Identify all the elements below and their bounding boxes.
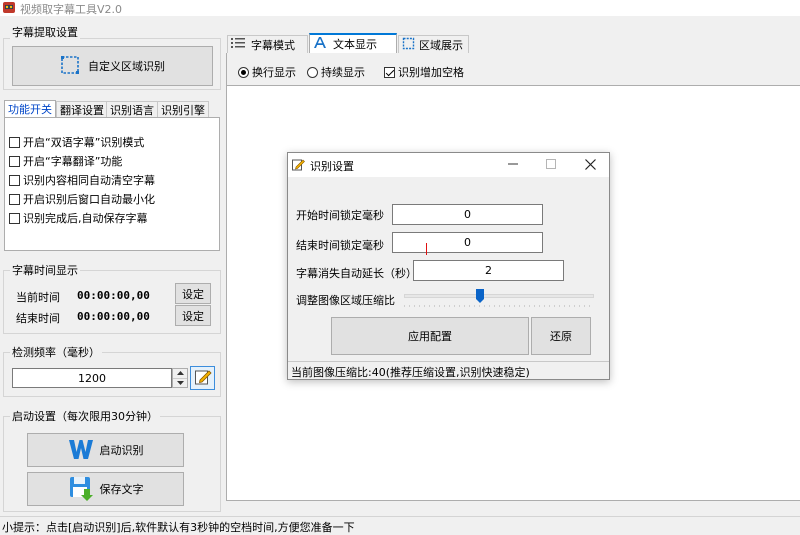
add-space-label: 识别增加空格 bbox=[398, 66, 464, 79]
app-logo-icon bbox=[2, 1, 16, 14]
text-font-icon bbox=[313, 36, 327, 52]
feature-bilingual-label: 开启“双语字幕”识别模式 bbox=[23, 136, 145, 149]
compress-slider[interactable] bbox=[400, 287, 598, 309]
start-recognition-button[interactable]: 启动识别 bbox=[27, 433, 184, 467]
end-lock-value: 0 bbox=[464, 236, 471, 249]
text-caret bbox=[426, 243, 427, 255]
tab-translate-settings-label: 翻译设置 bbox=[60, 104, 104, 117]
tab-text-display[interactable]: 文本显示 bbox=[309, 33, 397, 53]
tab-text-display-label: 文本显示 bbox=[333, 38, 377, 51]
slider-thumb[interactable] bbox=[476, 289, 484, 303]
start-lock-label: 开始时间锁定毫秒 bbox=[296, 209, 384, 222]
feature-autosave-label: 识别完成后,自动保存字幕 bbox=[23, 212, 148, 225]
close-icon[interactable] bbox=[582, 156, 598, 172]
end-lock-label: 结束时间锁定毫秒 bbox=[296, 239, 384, 252]
apply-config-button[interactable]: 应用配置 bbox=[331, 317, 529, 355]
compress-label: 调整图像区域压缩比 bbox=[296, 294, 395, 307]
line-break-label: 换行显示 bbox=[252, 66, 296, 79]
start-lock-value: 0 bbox=[464, 208, 471, 221]
checkbox-box bbox=[9, 193, 20, 205]
apply-config-label: 应用配置 bbox=[408, 330, 452, 343]
tab-recognition-engine-label: 识别引擎 bbox=[161, 104, 205, 117]
pencil-edit-icon bbox=[194, 368, 212, 389]
custom-region-label: 自定义区域识别 bbox=[88, 60, 165, 73]
extend-label: 字幕消失自动延长（秒） bbox=[296, 267, 417, 280]
minimize-icon[interactable] bbox=[505, 156, 521, 172]
end-lock-input[interactable]: 0 bbox=[392, 232, 543, 253]
feature-clear-duplicate-label: 识别内容相同自动清空字幕 bbox=[23, 174, 155, 187]
feature-translate-checkbox[interactable]: 开启“字幕翻译”功能 bbox=[9, 153, 122, 169]
tab-feature-switch-label: 功能开关 bbox=[8, 103, 52, 118]
set-end-time-button[interactable]: 设定 bbox=[175, 305, 211, 326]
set-current-time-label: 设定 bbox=[182, 287, 204, 301]
restore-button[interactable]: 还原 bbox=[531, 317, 591, 355]
extract-group-title: 字幕提取设置 bbox=[10, 24, 80, 40]
tab-subtitle-mode-label: 字幕模式 bbox=[251, 38, 295, 52]
tab-recognition-language[interactable]: 识别语言 bbox=[106, 101, 158, 118]
spinner-down-icon[interactable] bbox=[173, 379, 187, 388]
end-time-label: 结束时间 bbox=[16, 312, 60, 325]
word-logo-icon bbox=[68, 437, 94, 464]
tab-translate-settings[interactable]: 翻译设置 bbox=[56, 101, 108, 118]
frequency-input[interactable]: 1200 bbox=[12, 368, 172, 388]
custom-region-button[interactable]: 自定义区域识别 bbox=[12, 46, 213, 86]
region-select-icon bbox=[60, 55, 80, 78]
spinner-up-icon[interactable] bbox=[173, 369, 187, 379]
radio-circle bbox=[307, 66, 318, 78]
time-group-title: 字幕时间显示 bbox=[10, 262, 80, 278]
add-space-checkbox[interactable]: 识别增加空格 bbox=[384, 64, 464, 80]
continuous-label: 持续显示 bbox=[321, 66, 365, 79]
current-time-label: 当前时间 bbox=[16, 291, 60, 304]
set-current-time-button[interactable]: 设定 bbox=[175, 283, 211, 304]
extend-value: 2 bbox=[485, 264, 492, 277]
current-time-value: 00:00:00,00 bbox=[77, 289, 150, 302]
continuous-radio[interactable]: 持续显示 bbox=[307, 64, 365, 80]
checkbox-box bbox=[384, 66, 395, 78]
dialog-status-text: 当前图像压缩比:40(推荐压缩设置,识别快速稳定) bbox=[291, 366, 530, 379]
tab-region-display[interactable]: 区域展示 bbox=[398, 35, 469, 53]
slider-track bbox=[404, 294, 594, 298]
set-end-time-label: 设定 bbox=[182, 309, 204, 323]
frequency-spinner[interactable] bbox=[172, 368, 188, 388]
feature-autosave-checkbox[interactable]: 识别完成后,自动保存字幕 bbox=[9, 210, 148, 226]
feature-minimize-label: 开启识别后窗口自动最小化 bbox=[23, 193, 155, 206]
list-icon bbox=[231, 37, 245, 52]
tab-recognition-engine[interactable]: 识别引擎 bbox=[157, 101, 209, 118]
frequency-value: 1200 bbox=[78, 371, 106, 385]
edit-frequency-button[interactable] bbox=[190, 366, 215, 390]
save-text-label: 保存文字 bbox=[99, 483, 144, 496]
tab-subtitle-mode[interactable]: 字幕模式 bbox=[227, 35, 308, 53]
tab-region-display-label: 区域展示 bbox=[419, 38, 463, 52]
radio-circle bbox=[238, 66, 249, 78]
maximize-icon bbox=[543, 156, 559, 172]
floppy-save-icon bbox=[68, 475, 94, 504]
feature-bilingual-checkbox[interactable]: 开启“双语字幕”识别模式 bbox=[9, 134, 144, 150]
start-recognition-label: 启动识别 bbox=[99, 444, 144, 457]
start-lock-input[interactable]: 0 bbox=[392, 204, 543, 225]
restore-label: 还原 bbox=[550, 330, 572, 343]
tab-recognition-language-label: 识别语言 bbox=[110, 104, 154, 117]
slider-ticks bbox=[404, 305, 594, 307]
checkbox-box bbox=[9, 174, 20, 186]
feature-translate-label: 开启“字幕翻译”功能 bbox=[23, 155, 123, 168]
end-time-value: 00:00:00,00 bbox=[77, 310, 150, 323]
tab-feature-switch[interactable]: 功能开关 bbox=[4, 100, 56, 118]
frequency-group-title: 检测频率（毫秒） bbox=[10, 344, 102, 360]
extend-input[interactable]: 2 bbox=[413, 260, 564, 281]
startup-group-title: 启动设置（每次限用30分钟） bbox=[10, 408, 160, 424]
window-title: 视频取字幕工具V2.0 bbox=[20, 3, 123, 16]
checkbox-box bbox=[9, 136, 20, 148]
line-break-radio[interactable]: 换行显示 bbox=[238, 64, 296, 80]
feature-minimize-checkbox[interactable]: 开启识别后窗口自动最小化 bbox=[9, 191, 155, 207]
feature-clear-duplicate-checkbox[interactable]: 识别内容相同自动清空字幕 bbox=[9, 172, 155, 188]
dialog-edit-icon bbox=[292, 158, 305, 174]
checkbox-box bbox=[9, 212, 20, 224]
region-frame-icon bbox=[402, 37, 415, 53]
save-text-button[interactable]: 保存文字 bbox=[27, 472, 184, 506]
dialog-title: 识别设置 bbox=[310, 160, 354, 173]
checkbox-box bbox=[9, 155, 20, 167]
